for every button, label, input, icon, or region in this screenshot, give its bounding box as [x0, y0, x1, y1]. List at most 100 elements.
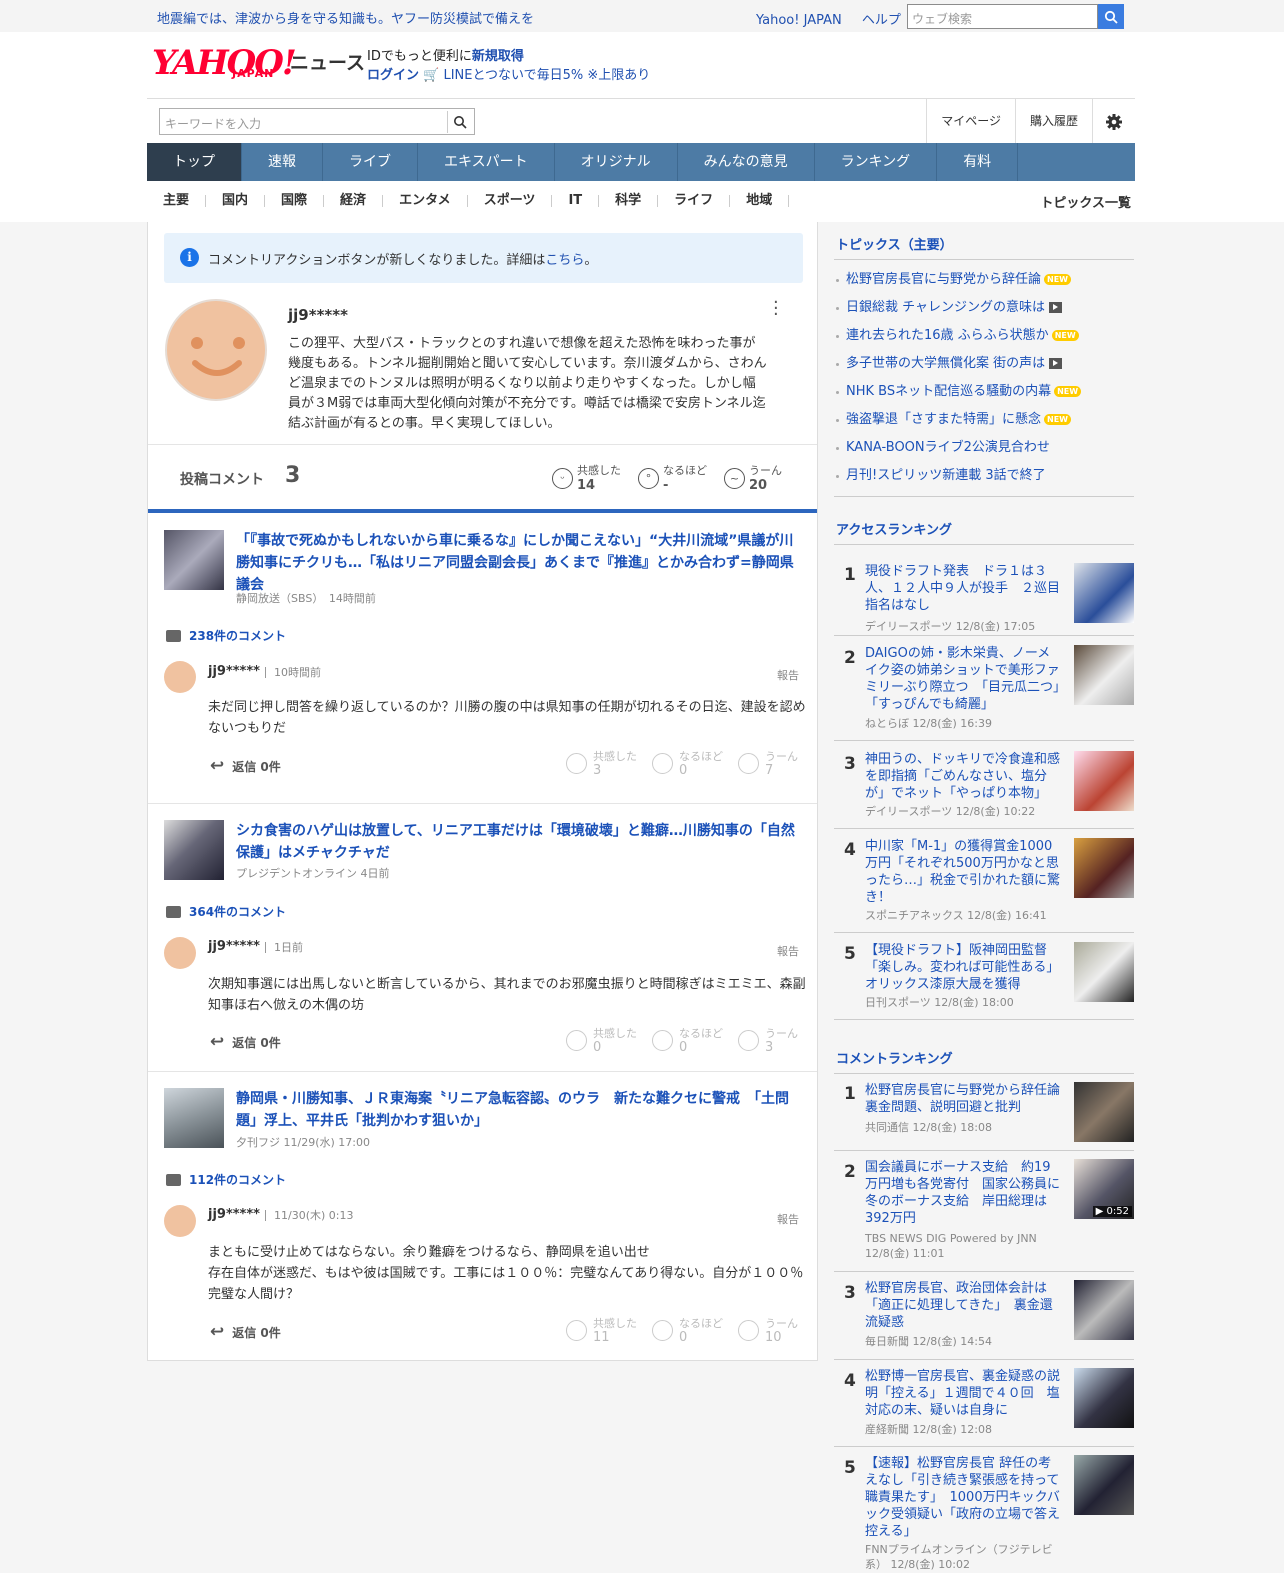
reply-button[interactable]: ↩ 返信 0件: [210, 756, 281, 776]
gnav-ranking[interactable]: ランキング: [815, 143, 938, 181]
reply-button[interactable]: ↩ 返信 0件: [210, 1032, 281, 1052]
reaction-agree-button[interactable]: なるほど 0: [652, 1027, 723, 1055]
search-icon: [453, 116, 467, 129]
topic-item[interactable]: NHK BSネット配信巡る騒動の内幕 NEW: [834, 378, 1134, 406]
topic-item[interactable]: 連れ去られた16歳 ふらふら状態か NEW: [834, 322, 1134, 350]
register-link[interactable]: 新規取得: [472, 49, 524, 64]
ranking-item[interactable]: 4 中川家「M-1」の獲得賞金1000万円「それぞれ500万円かなと思ったら…」税…: [834, 829, 1134, 933]
topic-item[interactable]: KANA-BOONライブ2公演見合わせ: [834, 434, 1134, 462]
cat-sports[interactable]: スポーツ: [468, 194, 553, 207]
cat-main[interactable]: 主要: [147, 194, 207, 207]
notice-detail-link[interactable]: こちら: [545, 253, 584, 268]
comment-text: 次期知事選には出馬しないと断言しているから、其れまでのお邪魔虫振りと時間稼ぎはミ…: [208, 977, 806, 1013]
keyword-search-button[interactable]: [447, 111, 471, 133]
comment-count-link[interactable]: 238件のコメント: [166, 627, 286, 644]
ranking-item[interactable]: 4 松野博一官房長官、裏金疑惑の説明「控える」１週間で４０回 塩対応の末、疑いは自…: [834, 1360, 1134, 1447]
cat-domestic[interactable]: 国内: [206, 194, 266, 207]
comment-avatar: [164, 661, 196, 693]
ranking-item[interactable]: 5 【現役ドラフト】阪神岡田監督「楽しみ。変われば可能性ある」オリックス漆原大晟を…: [834, 933, 1134, 1020]
gnav-top[interactable]: トップ: [147, 143, 242, 181]
reaction-empathy-button[interactable]: 共感した 11: [566, 1317, 637, 1345]
article-thumbnail[interactable]: [164, 530, 224, 590]
comment-text: まともに受け止めてはならない。余り難癖をつけるなら、静岡県を追い出せ 存在自体が…: [208, 1245, 804, 1302]
settings-button[interactable]: [1092, 99, 1135, 143]
news-logo-text[interactable]: ニュース: [290, 48, 365, 75]
ranking-thumbnail: [1074, 1280, 1134, 1340]
ranking-item[interactable]: 3 松野官房長官、政治団体会計は「適正に処理してきた」 裏金還流疑惑 毎日新聞 12…: [834, 1272, 1134, 1360]
cat-science[interactable]: 科学: [599, 194, 659, 207]
keyword-search-input[interactable]: キーワードを入力: [159, 108, 475, 135]
comment-count-link[interactable]: 112件のコメント: [166, 1171, 286, 1188]
login-link[interactable]: ログイン: [367, 68, 419, 83]
gnav-live[interactable]: ライブ: [323, 143, 418, 181]
report-link[interactable]: 報告: [777, 1211, 799, 1227]
profile-username: jj9*****: [288, 306, 348, 324]
cart-icon: 🛒: [423, 68, 440, 83]
comment-ranking-heading: コメントランキング: [834, 1036, 1134, 1074]
thinking-face-icon: [738, 1030, 759, 1051]
report-link[interactable]: 報告: [777, 943, 799, 959]
ranking-item[interactable]: 1 現役ドラフト発表 ドラ１は３人、１２人中９人が投手 ２巡目指名はなし デイリース…: [834, 545, 1134, 636]
cat-economy[interactable]: 経済: [324, 194, 384, 207]
cat-it[interactable]: IT: [552, 194, 600, 207]
sidebar: トピックス（主要） 松野官房長官に与野党から辞任論 NEW 日銀総裁 チャレンジン…: [834, 222, 1134, 1573]
cat-world[interactable]: 国際: [265, 194, 325, 207]
mypage-link[interactable]: マイページ: [926, 99, 1015, 143]
topics-list-link[interactable]: トピックス一覧: [1040, 192, 1135, 211]
ranking-item[interactable]: 2 DAIGOの姉・影木栄貴、ノーメイク姿の姉弟ショットで美形ファミリーぶり際立つ…: [834, 636, 1134, 741]
reaction-hmm-button[interactable]: うーん 7: [738, 750, 798, 778]
gnav-flash[interactable]: 速報: [242, 143, 323, 181]
help-link[interactable]: ヘルプ: [862, 13, 901, 28]
article-title-link[interactable]: 「『事故で死ぬかもしれないから車に乗るな』にしか聞こえない」“大井川流域”県議が…: [236, 530, 801, 596]
ranking-thumbnail: [1074, 1082, 1134, 1142]
article-title-link[interactable]: 静岡県・川勝知事、ＪＲ東海案〝リニア急転容認〟のウラ 新たな難クセに警戒 「土問…: [236, 1088, 801, 1132]
cat-entertainment[interactable]: エンタメ: [383, 194, 468, 207]
comment-username[interactable]: jj9*****: [208, 664, 260, 679]
topic-item[interactable]: 多子世帯の大学無償化案 街の声は: [834, 350, 1134, 378]
purchase-history-link[interactable]: 購入履歴: [1014, 99, 1092, 143]
ranking-item[interactable]: 5 【速報】松野官房長官 辞任の考えなし「引き続き緊張感を持って職責果たす」 10…: [834, 1447, 1134, 1573]
topic-item[interactable]: 松野官房長官に与野党から辞任論 NEW: [834, 266, 1134, 294]
reaction-empathy-button[interactable]: 共感した 0: [566, 1027, 637, 1055]
reaction-hmm-button[interactable]: うーん 10: [738, 1317, 798, 1345]
reply-button[interactable]: ↩ 返信 0件: [210, 1322, 281, 1342]
ranking-item[interactable]: 2 国会議員にボーナス支給 約19万円増も各党寄付 国家公務員に冬のボーナス支給 …: [834, 1151, 1134, 1272]
comment-avatar: [164, 1205, 196, 1237]
cat-local[interactable]: 地域: [730, 194, 790, 207]
more-menu-icon[interactable]: · · ·: [773, 294, 779, 324]
global-nav: トップ 速報 ライブ エキスパート オリジナル みんなの意見 ランキング 有料: [147, 143, 1135, 181]
yahoo-logo[interactable]: YAHOO! JAPAN: [152, 46, 297, 80]
cat-life[interactable]: ライフ: [658, 194, 731, 207]
topic-item[interactable]: 日銀総裁 チャレンジングの意味は: [834, 294, 1134, 322]
gnav-opinion[interactable]: みんなの意見: [678, 143, 815, 181]
reaction-empathy-button[interactable]: 共感した 3: [566, 750, 637, 778]
reaction-hmm-button[interactable]: うーん 3: [738, 1027, 798, 1055]
comment-count-link[interactable]: 364件のコメント: [166, 903, 286, 920]
reaction-agree-button[interactable]: なるほど 0: [652, 750, 723, 778]
ranking-thumbnail: [1074, 942, 1134, 1002]
article-thumbnail[interactable]: [164, 1088, 224, 1148]
article-thumbnail[interactable]: [164, 820, 224, 880]
ranking-thumbnail: ▶ 0:52: [1074, 1159, 1134, 1219]
ranking-item[interactable]: 1 松野官房長官に与野党から辞任論 裏金問題、説明回避と批判 共同通信 12/8(金…: [834, 1074, 1134, 1151]
reaction-agree: ° なるほど -: [638, 463, 707, 493]
comment-username[interactable]: jj9*****: [208, 1207, 260, 1222]
gnav-original[interactable]: オリジナル: [555, 143, 678, 181]
topic-item[interactable]: 月刊!スピリッツ新連載 3話で終了: [834, 462, 1134, 490]
reaction-agree-button[interactable]: なるほど 0: [652, 1317, 723, 1345]
gnav-expert[interactable]: エキスパート: [418, 143, 555, 181]
posts-label: 投稿コメント: [180, 472, 264, 488]
report-link[interactable]: 報告: [777, 667, 799, 683]
line-promo-link[interactable]: LINEとつないで毎日5% ※上限あり: [443, 68, 650, 83]
ranking-thumbnail: [1074, 838, 1134, 898]
topic-item[interactable]: 強盗撃退「さすまた特需」に懸念 NEW: [834, 406, 1134, 434]
smile-icon: [566, 1320, 587, 1341]
ranking-item[interactable]: 3 神田うの、ドッキリで冷食違和感を即指摘「ごめんなさい、塩分が」でネット「やっぱ…: [834, 741, 1134, 829]
disaster-notice-link[interactable]: 地震編では、津波から身を守る知識も。ヤフー防災模試で備えを: [157, 8, 534, 27]
gnav-paid[interactable]: 有料: [937, 143, 1019, 181]
article-title-link[interactable]: シカ食害のハゲ山は放置して、リニア工事だけは「環境破壊」と難癖…川勝知事の「自然…: [236, 820, 801, 864]
yahoo-japan-link[interactable]: Yahoo! JAPAN: [756, 13, 842, 28]
web-search-input[interactable]: ウェブ検索: [907, 4, 1098, 29]
web-search-button[interactable]: [1098, 4, 1124, 29]
comment-username[interactable]: jj9*****: [208, 939, 260, 954]
